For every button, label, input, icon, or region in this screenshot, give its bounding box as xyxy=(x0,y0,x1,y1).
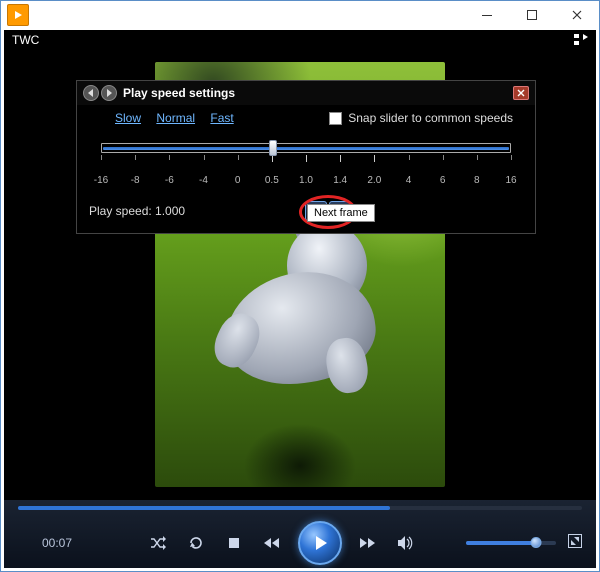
minimize-button[interactable] xyxy=(464,1,509,29)
speed-slider-labels: -16-8-6-400.51.01.42.046816 xyxy=(101,175,511,189)
panel-next-button[interactable] xyxy=(101,85,117,101)
tick-label: 4 xyxy=(406,175,412,186)
snap-checkbox-row[interactable]: Snap slider to common speeds xyxy=(329,111,513,125)
repeat-button[interactable] xyxy=(184,531,208,555)
speed-slider-thumb[interactable] xyxy=(269,140,277,156)
tick-label: -8 xyxy=(131,175,140,186)
timecode: 00:07 xyxy=(42,536,98,550)
maximize-button[interactable] xyxy=(509,1,554,29)
fast-forward-button[interactable] xyxy=(356,531,380,555)
volume-slider[interactable] xyxy=(466,541,556,545)
snap-checkbox[interactable] xyxy=(329,112,342,125)
seek-progress xyxy=(18,506,390,510)
player-surface: TWC Play speed settings xyxy=(4,30,596,568)
panel-title: Play speed settings xyxy=(123,86,513,100)
seek-bar[interactable] xyxy=(18,506,582,510)
speed-slider[interactable] xyxy=(101,143,511,173)
tick-label: -16 xyxy=(94,175,108,186)
switch-view-button[interactable] xyxy=(574,34,588,46)
tick-label: 0 xyxy=(235,175,241,186)
video-subject xyxy=(215,213,385,403)
snap-label: Snap slider to common speeds xyxy=(348,111,513,125)
window-buttons xyxy=(464,1,599,29)
speed-fast-link[interactable]: Fast xyxy=(210,111,233,125)
volume-knob[interactable] xyxy=(531,537,542,548)
library-label[interactable]: TWC xyxy=(12,33,39,47)
transport-buttons xyxy=(98,521,466,565)
shuffle-button[interactable] xyxy=(146,531,170,555)
speed-normal-link[interactable]: Normal xyxy=(156,111,195,125)
play-button[interactable] xyxy=(298,521,342,565)
tick-label: 2.0 xyxy=(367,175,381,186)
wmp-icon xyxy=(7,4,29,26)
mute-button[interactable] xyxy=(394,531,418,555)
tick-label: -4 xyxy=(199,175,208,186)
fullscreen-button[interactable] xyxy=(568,534,582,553)
player-header: TWC xyxy=(4,30,596,50)
tick-label: 6 xyxy=(440,175,446,186)
stop-button[interactable] xyxy=(222,531,246,555)
tick-label: 16 xyxy=(505,175,516,186)
speed-slow-link[interactable]: Slow xyxy=(115,111,141,125)
panel-header[interactable]: Play speed settings xyxy=(77,81,535,105)
titlebar[interactable] xyxy=(1,1,599,29)
speed-readout-row: Play speed: 1.000 xyxy=(89,201,523,221)
tick-label: -6 xyxy=(165,175,174,186)
panel-prev-button[interactable] xyxy=(83,85,99,101)
tick-label: 1.4 xyxy=(333,175,347,186)
play-speed-panel: Play speed settings Slow Normal Fast Sna… xyxy=(76,80,536,234)
tick-label: 0.5 xyxy=(265,175,279,186)
volume-group xyxy=(466,541,556,545)
panel-body: Slow Normal Fast Snap slider to common s… xyxy=(77,105,535,233)
panel-close-button[interactable] xyxy=(513,86,529,100)
close-button[interactable] xyxy=(554,1,599,29)
next-frame-tooltip: Next frame xyxy=(307,204,375,222)
app-window: TWC Play speed settings xyxy=(0,0,600,572)
transport-controls: 00:07 xyxy=(4,500,596,568)
rewind-button[interactable] xyxy=(260,531,284,555)
tick-label: 1.0 xyxy=(299,175,313,186)
speed-readout: Play speed: 1.000 xyxy=(89,204,185,218)
tick-label: 8 xyxy=(474,175,480,186)
